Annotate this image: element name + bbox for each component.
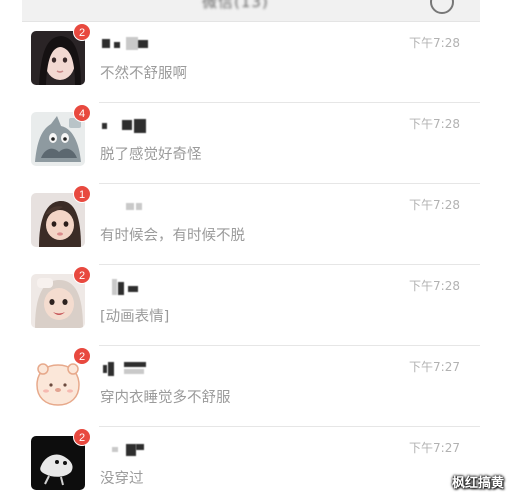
contact-name-redacted <box>100 360 220 376</box>
unread-badge: 2 <box>73 428 91 446</box>
page-title: 微信(13) <box>202 0 269 11</box>
timestamp: 下午7:27 <box>409 360 460 374</box>
contact-name-redacted <box>100 441 220 457</box>
chat-list-screen: 微信(13) 2 下午7:28 不然不舒服啊 4 下午7:28 脱了感觉好奇怪 … <box>22 0 480 499</box>
contact-name-redacted <box>100 117 220 133</box>
timestamp: 下午7:27 <box>409 441 460 455</box>
unread-badge: 4 <box>73 104 91 122</box>
chat-item[interactable]: 4 下午7:28 脱了感觉好奇怪 <box>22 103 480 184</box>
timestamp: 下午7:28 <box>409 36 460 50</box>
contact-name-redacted <box>100 198 220 214</box>
message-preview: [动画表情] <box>100 309 170 325</box>
plus-circle-icon[interactable] <box>430 0 454 14</box>
message-preview: 脱了感觉好奇怪 <box>100 147 202 163</box>
timestamp: 下午7:28 <box>409 117 460 131</box>
timestamp: 下午7:28 <box>409 198 460 212</box>
contact-name-redacted <box>100 36 220 52</box>
unread-badge: 1 <box>73 185 91 203</box>
unread-badge: 2 <box>73 23 91 41</box>
chat-item[interactable]: 1 下午7:28 有时候会，有时候不脱 <box>22 184 480 265</box>
chat-item[interactable]: 2 下午7:27 穿内衣睡觉多不舒服 <box>22 346 480 427</box>
chat-item[interactable]: 2 下午7:28 不然不舒服啊 <box>22 22 480 103</box>
message-preview: 穿内衣睡觉多不舒服 <box>100 390 231 406</box>
contact-name-redacted <box>100 279 220 295</box>
chat-item[interactable]: 2 下午7:27 没穿过 <box>22 427 480 499</box>
top-bar: 微信(13) <box>22 0 480 22</box>
watermark: 枫红搞黄 <box>451 476 504 491</box>
chat-item[interactable]: 2 下午7:28 [动画表情] <box>22 265 480 346</box>
message-preview: 不然不舒服啊 <box>100 66 187 82</box>
chat-list: 2 下午7:28 不然不舒服啊 4 下午7:28 脱了感觉好奇怪 1 下午7:2… <box>22 22 480 499</box>
unread-badge: 2 <box>73 347 91 365</box>
timestamp: 下午7:28 <box>409 279 460 293</box>
unread-badge: 2 <box>73 266 91 284</box>
message-preview: 没穿过 <box>100 471 144 487</box>
message-preview: 有时候会，有时候不脱 <box>100 228 245 244</box>
